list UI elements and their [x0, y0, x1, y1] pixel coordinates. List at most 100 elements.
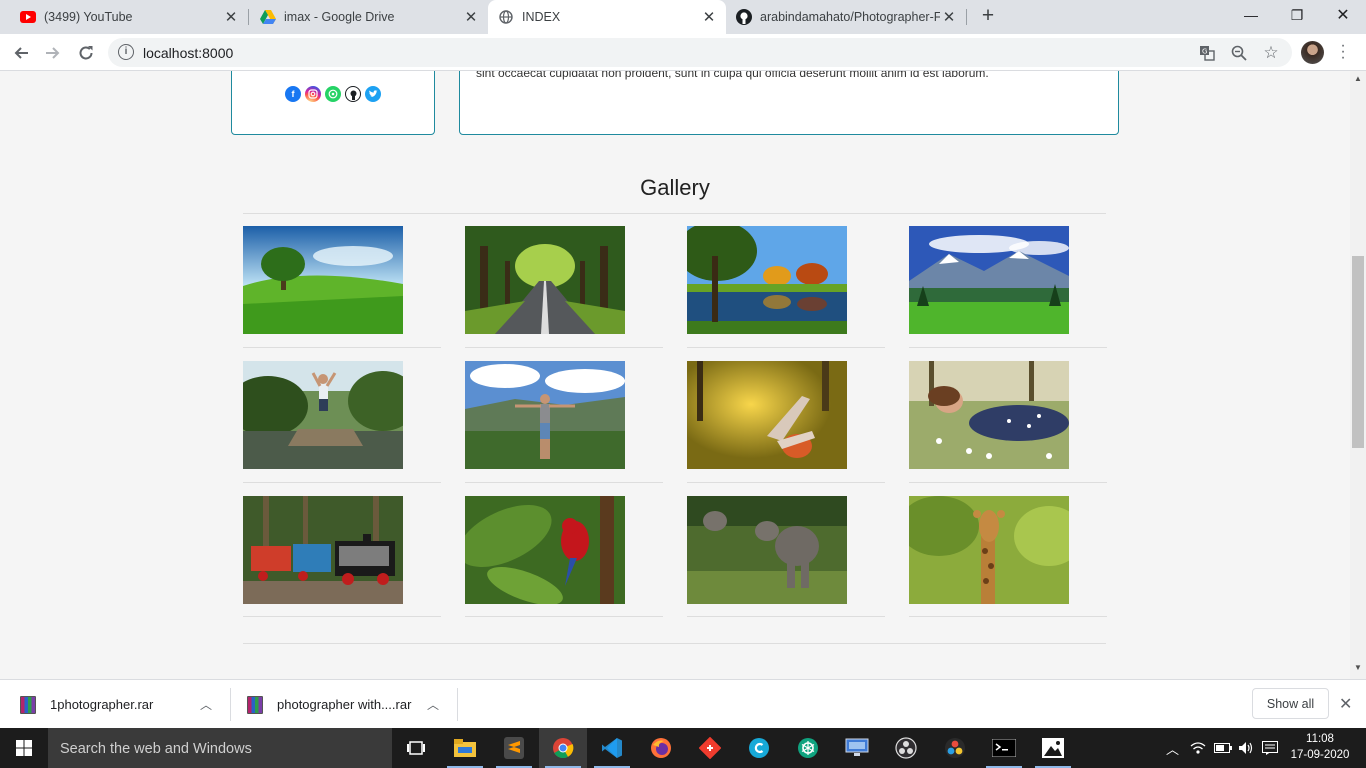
show-all-button[interactable]: Show all — [1252, 688, 1329, 719]
tree-lined-road-image — [465, 226, 625, 334]
battery-icon[interactable] — [1214, 728, 1232, 768]
scroll-down-icon[interactable]: ▼ — [1350, 663, 1366, 677]
arrow-right-icon — [46, 47, 60, 59]
menu-icon[interactable]: · · · — [1339, 38, 1347, 66]
clock-date: 17-09-2020 — [1290, 749, 1350, 761]
elephants-image — [687, 496, 847, 604]
file-explorer-icon[interactable] — [441, 728, 489, 768]
system-clock[interactable]: 11:08 17-09-2020 — [1290, 731, 1350, 763]
tab-github[interactable]: arabindamahato/Photographer-F ✕ — [726, 0, 966, 34]
chrome-icon[interactable] — [539, 728, 587, 768]
close-icon[interactable]: ✕ — [1339, 694, 1352, 714]
gallery-image[interactable] — [465, 361, 625, 469]
minimize-button[interactable]: — — [1228, 0, 1274, 30]
gallery-image[interactable] — [909, 361, 1069, 469]
row-divider — [465, 482, 663, 483]
download-separator — [457, 688, 458, 721]
whatsapp-icon[interactable] — [325, 86, 341, 102]
arrow-left-icon — [14, 47, 28, 59]
page-scrollbar[interactable]: ▲ ▼ — [1350, 71, 1366, 679]
download-item[interactable]: 1photographer.rar — [20, 680, 153, 729]
close-window-button[interactable]: ✕ — [1320, 0, 1366, 30]
show-hidden-icons-icon[interactable]: ︿ — [1166, 728, 1179, 768]
profile-avatar[interactable] — [1301, 41, 1324, 64]
close-tab-icon[interactable]: ✕ — [700, 8, 718, 26]
network-icon[interactable] — [833, 728, 881, 768]
gallery-image[interactable] — [687, 226, 847, 334]
gallery-bottom-divider — [243, 643, 1106, 644]
action-center-icon[interactable] — [1262, 728, 1278, 768]
man-on-cliff-image — [465, 361, 625, 469]
start-button[interactable] — [0, 728, 48, 768]
facebook-icon[interactable]: f — [285, 86, 301, 102]
davinci-resolve-icon[interactable] — [931, 728, 979, 768]
reload-button[interactable] — [73, 40, 99, 66]
photos-icon[interactable] — [1029, 728, 1077, 768]
chevron-up-icon[interactable]: ︿ — [427, 696, 439, 713]
bookmark-star-icon[interactable]: ☆ — [1262, 43, 1280, 62]
vscode-icon[interactable] — [588, 728, 636, 768]
windows-taskbar: Search the web and Windows ︿ 11:08 17-09… — [0, 728, 1366, 768]
obs-icon[interactable] — [882, 728, 930, 768]
tab-strip: (3499) YouTube ✕ imax - Google Drive ✕ I… — [0, 0, 1366, 34]
woman-in-flowers-image — [909, 361, 1069, 469]
canva-icon[interactable] — [735, 728, 783, 768]
github-icon[interactable] — [345, 86, 361, 102]
forward-button[interactable] — [40, 40, 66, 66]
back-button[interactable] — [8, 40, 34, 66]
row-divider — [687, 616, 885, 617]
volume-icon[interactable] — [1238, 728, 1254, 768]
tab-index[interactable]: INDEX ✕ — [488, 0, 726, 34]
terminal-icon[interactable] — [980, 728, 1028, 768]
download-filename: photographer with....rar — [277, 697, 412, 712]
translate-icon[interactable]: G — [1198, 44, 1216, 62]
twitter-icon[interactable] — [365, 86, 381, 102]
windows-logo-icon — [16, 740, 32, 756]
chevron-up-icon[interactable]: ︿ — [200, 696, 212, 713]
youtube-icon — [20, 9, 36, 25]
taskbar-search-box[interactable]: Search the web and Windows — [48, 728, 392, 768]
task-view-icon[interactable] — [392, 728, 440, 768]
row-divider — [243, 616, 441, 617]
gallery-image[interactable] — [243, 361, 403, 469]
scroll-up-icon[interactable]: ▲ — [1350, 74, 1366, 88]
new-tab-button[interactable]: + — [977, 5, 999, 28]
info-icon[interactable]: i — [118, 44, 134, 60]
download-item[interactable]: photographer with....rar — [247, 680, 411, 729]
gallery-image[interactable] — [909, 226, 1069, 334]
zoom-icon[interactable] — [1230, 44, 1248, 62]
tab-label: INDEX — [522, 10, 561, 24]
about-card: sint occaecat cupidatat non proident, su… — [459, 71, 1119, 135]
firefox-icon[interactable] — [637, 728, 685, 768]
giraffe-image — [909, 496, 1069, 604]
git-icon[interactable] — [686, 728, 734, 768]
row-divider — [243, 347, 441, 348]
wifi-icon[interactable] — [1190, 728, 1206, 768]
row-divider — [909, 347, 1107, 348]
download-filename: 1photographer.rar — [50, 697, 154, 712]
close-tab-icon[interactable]: ✕ — [462, 8, 480, 26]
row-divider — [687, 347, 885, 348]
lake-autumn-trees-image — [687, 226, 847, 334]
instagram-icon[interactable] — [305, 86, 321, 102]
sublime-text-icon[interactable] — [490, 728, 538, 768]
close-tab-icon[interactable]: ✕ — [222, 8, 240, 26]
downloads-bar: 1photographer.rar ︿ photographer with...… — [0, 679, 1366, 728]
address-bar[interactable]: i localhost:8000 G ☆ — [108, 38, 1292, 67]
restore-button[interactable]: ❐ — [1274, 0, 1320, 30]
row-divider — [909, 482, 1107, 483]
gallery-image[interactable] — [465, 226, 625, 334]
gallery-image[interactable] — [687, 361, 847, 469]
tab-youtube[interactable]: (3499) YouTube ✕ — [0, 0, 248, 34]
about-text: sint occaecat cupidatat non proident, su… — [476, 71, 989, 80]
gallery-image[interactable] — [243, 496, 403, 604]
gallery-image[interactable] — [687, 496, 847, 604]
tab-google-drive[interactable]: imax - Google Drive ✕ — [248, 0, 488, 34]
close-tab-icon[interactable]: ✕ — [940, 8, 958, 26]
toy-train-image — [243, 496, 403, 604]
chatgpt-icon[interactable] — [784, 728, 832, 768]
gallery-image[interactable] — [909, 496, 1069, 604]
scrollbar-thumb[interactable] — [1352, 256, 1364, 448]
gallery-image[interactable] — [465, 496, 625, 604]
gallery-image[interactable] — [243, 226, 403, 334]
